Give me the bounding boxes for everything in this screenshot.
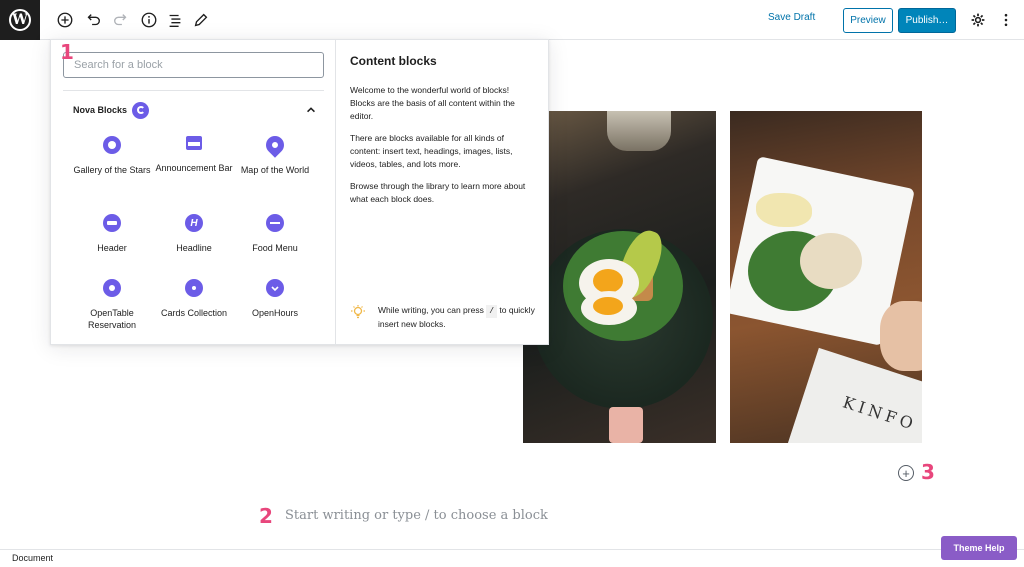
- cards-icon: [185, 279, 203, 297]
- block-inserter-popover: Nova Blocks Gallery of the Stars Announc…: [50, 39, 549, 346]
- edit-pencil-icon[interactable]: [191, 10, 211, 30]
- gallery-image-burger[interactable]: KINFO: [730, 111, 922, 443]
- nova-blocks-panel-header[interactable]: Nova Blocks: [73, 100, 318, 120]
- chevron-up-icon[interactable]: [304, 103, 318, 117]
- block-headline[interactable]: H Headline: [155, 214, 233, 254]
- inserter-block-list: Nova Blocks Gallery of the Stars Announc…: [51, 40, 336, 346]
- block-label: Cards Collection: [160, 308, 228, 318]
- inserter-tip: While writing, you can press / to quickl…: [350, 304, 540, 331]
- food-menu-icon: [266, 214, 284, 232]
- block-cards-collection[interactable]: Cards Collection: [155, 279, 233, 319]
- paragraph-placeholder[interactable]: Start writing or type / to choose a bloc…: [285, 508, 548, 523]
- salt-block-shape: [609, 407, 643, 443]
- block-navigation-icon[interactable]: [165, 10, 185, 30]
- block-header[interactable]: Header: [73, 214, 151, 254]
- divider: [63, 90, 324, 91]
- gallery-image-eggs[interactable]: [523, 111, 716, 443]
- step-marker-2: 2: [259, 504, 273, 528]
- info-title: Content blocks: [350, 54, 437, 68]
- panel-title: Nova Blocks: [73, 105, 128, 115]
- keyboard-key: /: [486, 305, 498, 318]
- redo-icon[interactable]: [111, 10, 131, 30]
- block-label: OpenHours: [251, 308, 299, 318]
- block-label: Header: [97, 243, 127, 253]
- add-block-icon[interactable]: [55, 10, 75, 30]
- document-breadcrumb[interactable]: Document: [12, 553, 53, 563]
- info-icon[interactable]: [139, 10, 159, 30]
- info-paragraph: Browse through the library to learn more…: [350, 181, 526, 204]
- wordpress-logo-icon: W: [9, 9, 31, 31]
- preview-button[interactable]: Preview: [843, 8, 893, 33]
- clock-icon: [266, 279, 284, 297]
- opentable-icon: [103, 279, 121, 297]
- theme-help-button[interactable]: Theme Help: [941, 536, 1017, 560]
- info-paragraph: There are blocks available for all kinds…: [350, 133, 513, 169]
- inserter-info-panel: Content blocks Welcome to the wonderful …: [337, 40, 549, 346]
- block-label: Food Menu: [252, 243, 298, 253]
- step-marker-3: 3: [921, 460, 935, 484]
- add-block-button[interactable]: +: [898, 465, 914, 481]
- save-draft-link[interactable]: Save Draft: [768, 12, 815, 23]
- editor-footer: Document: [0, 549, 1024, 567]
- block-label: Announcement Bar: [155, 163, 233, 173]
- announcement-icon: [186, 136, 202, 150]
- map-pin-icon: [262, 132, 288, 158]
- top-toolbar: W Save Draft Preview Publish…: [0, 0, 1024, 40]
- editor-screen: W Save Draft Preview Publish… KINFO + Se…: [0, 0, 1024, 567]
- block-food-menu[interactable]: Food Menu: [236, 214, 314, 254]
- magazine-title: KINFO: [840, 392, 920, 435]
- headline-icon: H: [185, 214, 203, 232]
- block-gallery-of-the-stars[interactable]: Gallery of the Stars: [73, 136, 151, 176]
- block-opentable-reservation[interactable]: OpenTable Reservation: [73, 279, 151, 331]
- settings-gear-icon[interactable]: [968, 10, 988, 30]
- block-label: Headline: [176, 243, 212, 253]
- block-label: Gallery of the Stars: [73, 165, 151, 175]
- info-paragraph: Welcome to the wonderful world of blocks…: [350, 85, 515, 121]
- hand-shape: [880, 301, 922, 371]
- header-icon: [103, 214, 121, 232]
- undo-icon[interactable]: [83, 10, 103, 30]
- wordpress-logo-button[interactable]: W: [0, 0, 40, 40]
- egg-shape: [581, 291, 637, 325]
- block-map-of-the-world[interactable]: Map of the World: [236, 132, 314, 176]
- nova-logo-icon: [132, 101, 150, 119]
- bun-shape: [800, 233, 862, 289]
- gallery-icon: [103, 136, 121, 154]
- step-marker-1: 1: [60, 40, 74, 64]
- block-label: Map of the World: [240, 165, 310, 175]
- block-openhours[interactable]: OpenHours: [236, 279, 314, 319]
- tip-text: While writing, you can press / to quickl…: [378, 305, 535, 329]
- publish-button[interactable]: Publish…: [898, 8, 956, 33]
- block-announcement-bar[interactable]: Announcement Bar: [155, 136, 233, 174]
- lamp-shape: [607, 111, 671, 151]
- chips-shape: [756, 193, 812, 227]
- block-label: OpenTable Reservation: [87, 308, 137, 330]
- more-options-icon[interactable]: [996, 10, 1016, 30]
- block-search-input[interactable]: [63, 52, 324, 78]
- lightbulb-icon: [350, 304, 366, 320]
